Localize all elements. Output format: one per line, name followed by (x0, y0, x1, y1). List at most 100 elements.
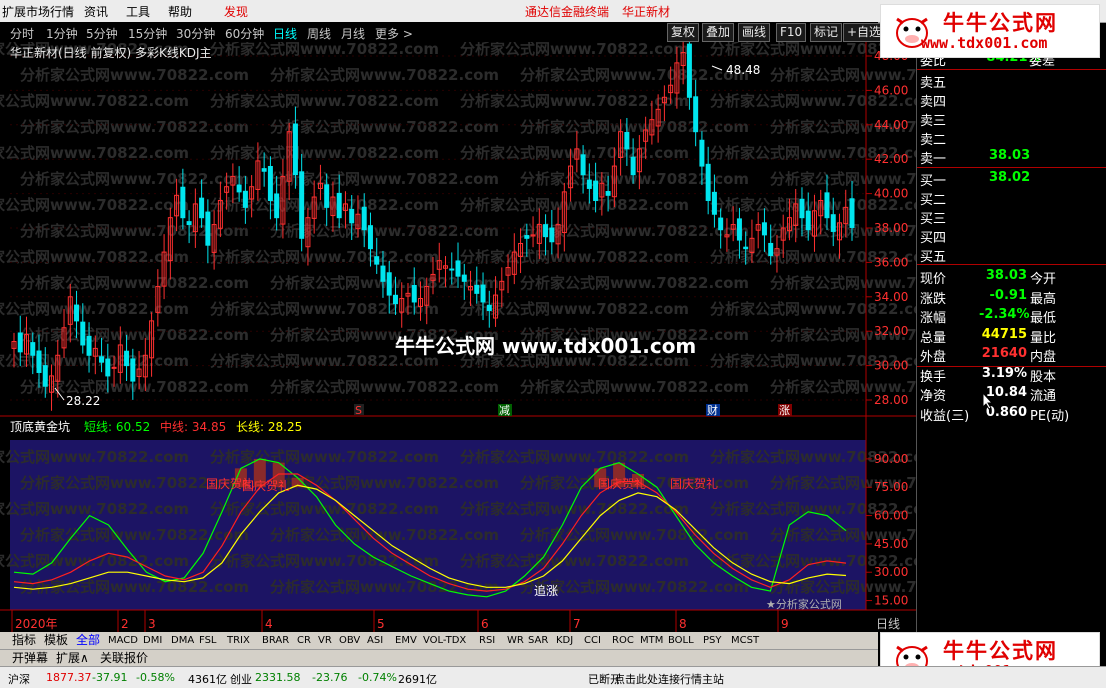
indicator-tab[interactable]: KDJ (556, 633, 573, 648)
indicator-tab[interactable]: CCI (584, 633, 601, 648)
indicator-axis-label: 45.00 (874, 537, 908, 551)
menu-item-help[interactable]: 帮助 (168, 3, 192, 20)
draw-line-button[interactable]: 画线 (738, 23, 771, 42)
window-stock-name: 华正新材 (622, 5, 671, 19)
candle-body (586, 179, 592, 189)
indicator-tab[interactable]: DMI (143, 633, 162, 648)
period-tab-more[interactable]: 更多 > (375, 25, 413, 42)
quote-label-right: 最低 (1030, 311, 1057, 326)
indicator-tab[interactable]: SAR (528, 633, 548, 648)
indicator-tab[interactable]: MACD (108, 633, 138, 648)
quote-label: 换手 (920, 369, 947, 385)
event-marker[interactable]: 财 (707, 403, 718, 417)
watermark-text: 分析家公式网www.70822.com (20, 66, 249, 84)
menu-item-discover[interactable]: 发现 (224, 3, 248, 20)
candle-body (205, 211, 211, 246)
watermark-text: 分析家公式网www.70822.com (20, 118, 249, 136)
mark-button[interactable]: 标记 (810, 23, 843, 42)
buy-level-3: 买三 (920, 212, 947, 227)
indicator-tab[interactable]: TRIX (227, 633, 250, 648)
period-bar: 分时 1分钟 5分钟 15分钟 30分钟 60分钟 日线 周线 月线 更多 > … (0, 22, 886, 42)
indicator-tab[interactable]: VOL-TDX (423, 633, 466, 648)
period-tab[interactable]: 30分钟 (176, 25, 215, 42)
indicator-tab[interactable]: ROC (612, 633, 634, 648)
candle-body (17, 332, 23, 353)
watermark-text: 分析家公式网www.70822.com (210, 248, 439, 266)
candle-body (455, 260, 461, 277)
watermark-text: 分析家公式网www.70822.com (270, 578, 499, 596)
menu-item-extended-market[interactable]: 扩展市场行情 (2, 3, 74, 20)
period-tab[interactable]: 5分钟 (86, 25, 118, 42)
candle-body (292, 123, 298, 176)
event-marker[interactable]: S (355, 404, 362, 417)
buy-level-4: 买四 (920, 231, 947, 246)
fuquan-button[interactable]: 复权 (667, 23, 700, 42)
period-tab[interactable]: 60分钟 (225, 25, 264, 42)
quote-value: 44715 (981, 326, 1027, 342)
candle-body (711, 191, 717, 215)
watermark-text: 分析家公式网www.70822.com (0, 352, 189, 370)
event-marker[interactable]: 涨 (779, 404, 790, 417)
indicator-axis-label: 90.00 (874, 452, 908, 466)
period-tab[interactable]: 月线 (341, 25, 365, 42)
indicator-tab[interactable]: MCST (731, 633, 759, 648)
quote-label: 外盘 (920, 350, 947, 365)
app-title: 通达信金融终端 (525, 5, 610, 19)
indicator-tab[interactable]: CR (297, 633, 311, 648)
related-quote-button[interactable]: 关联报价 (100, 651, 148, 666)
quote-panel: 委比 -84.21% 委差 卖五 卖四 卖三 卖二 卖一 38.03 买一 38… (916, 42, 1106, 632)
buy-1-price: 38.02 (989, 170, 1031, 185)
candle-body (42, 365, 48, 387)
indicator-tab[interactable]: RSI (479, 633, 495, 648)
indicator-name: 顶底黄金坑 (10, 419, 70, 434)
indicator-tab[interactable]: 指标 (12, 633, 36, 648)
candle-body (705, 163, 711, 201)
danmaku-button[interactable]: 开弹幕 (12, 651, 48, 666)
secondary-tab-bar: 开弹幕 扩展∧ 关联报价 (0, 649, 878, 667)
period-tab-active[interactable]: 日线 (273, 25, 297, 42)
period-tab[interactable]: 15分钟 (128, 25, 167, 42)
candle-body (80, 321, 86, 346)
date-axis-label: 2020年 (15, 617, 58, 631)
quote-label: 涨幅 (920, 311, 947, 326)
quote-value: 38.03 (985, 268, 1027, 283)
candle-body (824, 192, 830, 219)
candle-body (605, 191, 611, 196)
indicator-tab[interactable]: FSL (199, 633, 217, 648)
watermark-text: 分析家公式网www.70822.com (0, 300, 189, 318)
date-axis-label: 9 (781, 617, 789, 631)
logo-url: www.tdx001.com (921, 34, 1048, 52)
overlay-button[interactable]: 叠加 (702, 23, 735, 42)
indicator-tab[interactable]: PSY (703, 633, 722, 648)
menu-item-tools[interactable]: 工具 (126, 3, 150, 20)
date-axis-label: 2 (121, 617, 129, 631)
period-tab[interactable]: 1分钟 (46, 25, 78, 42)
period-tab[interactable]: 周线 (307, 25, 331, 42)
f10-button[interactable]: F10 (776, 23, 807, 42)
add-watchlist-button[interactable]: +自选 (843, 23, 886, 42)
watermark-text: 分析家公式网www.70822.com (520, 526, 749, 544)
indicator-tab[interactable]: BOLL (668, 633, 694, 648)
candle-body (386, 272, 392, 296)
candle-body (367, 225, 373, 250)
indicator-tab[interactable]: EMV (395, 633, 417, 648)
indicator-tab[interactable]: MTM (640, 633, 663, 648)
indicator-tab[interactable]: VR (318, 633, 332, 648)
indicator-tab[interactable]: 模板 (44, 633, 68, 648)
candle-body (549, 227, 555, 243)
menu-item-news[interactable]: 资讯 (84, 3, 108, 20)
indicator-tab[interactable]: ASI (367, 633, 383, 648)
indicator-tab[interactable]: 全部 (76, 633, 100, 648)
indicator-tab[interactable]: OBV (339, 633, 360, 648)
event-marker[interactable]: 减 (499, 404, 510, 417)
price-axis-label: 46.00 (874, 83, 908, 97)
candle-body (236, 184, 242, 193)
period-tab[interactable]: 分时 (10, 25, 34, 42)
indicator-tab[interactable]: WR (507, 633, 524, 648)
watermark-text: 分析家公式网www.70822.com (0, 500, 189, 518)
candle-body (336, 192, 342, 219)
expand-button[interactable]: 扩展∧ (56, 651, 89, 666)
date-axis-label: 8 (679, 617, 687, 631)
indicator-tab[interactable]: BRAR (262, 633, 289, 648)
indicator-tab[interactable]: DMA (171, 633, 194, 648)
